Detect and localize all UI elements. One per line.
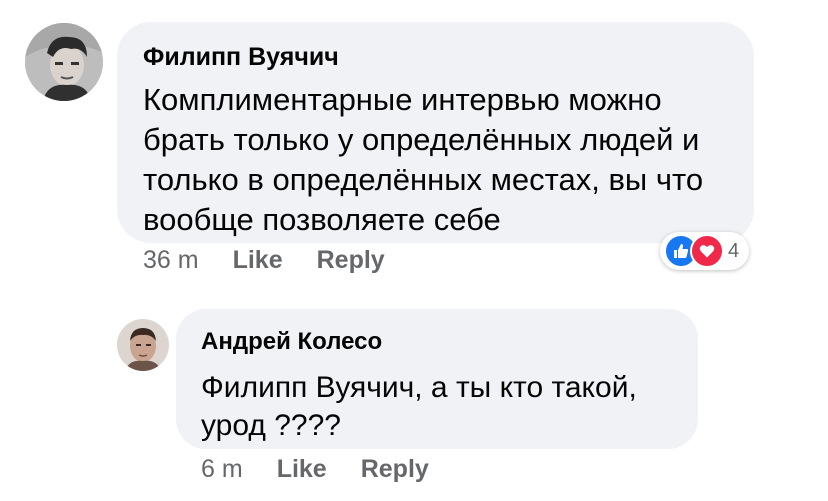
comment-actions: 36 m Like Reply [143,246,385,275]
love-icon [690,234,724,268]
comment-bubble: Филипп Вуячич Комплиментарные интервью м… [117,22,754,243]
comment-timestamp[interactable]: 36 m [143,246,199,275]
profile-photo-icon [117,319,169,371]
reply-actions: 6 m Like Reply [201,455,429,484]
comment-author[interactable]: Филипп Вуячич [143,42,726,72]
reply-button[interactable]: Reply [317,246,385,275]
reaction-count: 4 [728,239,740,262]
reply-text: Филипп Вуячич, а ты кто такой, урод ???? [201,371,637,442]
avatar[interactable] [117,319,169,371]
reactions-summary[interactable]: 4 [660,232,750,270]
reply-bubble: Андрей Колесо Филипп Вуячич, а ты кто та… [176,309,698,449]
profile-photo-icon [25,23,103,101]
like-button[interactable]: Like [277,455,327,484]
avatar[interactable] [25,23,103,101]
like-button[interactable]: Like [233,246,283,275]
reply-timestamp[interactable]: 6 m [201,455,243,484]
reply-author[interactable]: Андрей Колесо [201,327,672,357]
reply-button[interactable]: Reply [361,455,429,484]
comment-text: Комплиментарные интервью можно брать тол… [143,82,704,237]
comment-thread: Филипп Вуячич Комплиментарные интервью м… [0,0,828,501]
